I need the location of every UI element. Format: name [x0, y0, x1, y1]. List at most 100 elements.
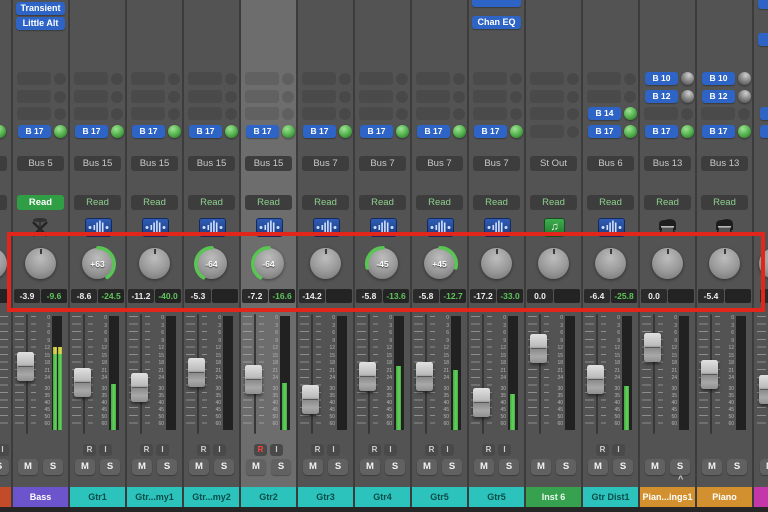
output-button[interactable]: Bus 7 — [359, 156, 406, 171]
empty-send-slot[interactable] — [359, 90, 393, 103]
mute-button[interactable]: M — [303, 459, 323, 475]
track-name[interactable]: Inst 6 — [526, 487, 581, 507]
send-button[interactable]: B 17 — [588, 125, 621, 138]
send-level-knob[interactable] — [168, 125, 181, 138]
pan-knob[interactable] — [652, 248, 683, 279]
peak-level-value[interactable]: -13.6 — [383, 289, 409, 303]
send-level-knob[interactable] — [738, 72, 751, 85]
send-level-knob[interactable] — [225, 125, 238, 138]
solo-button[interactable]: S — [214, 459, 234, 475]
send-button[interactable]: B 17 — [18, 125, 51, 138]
input-monitor-button[interactable]: I — [156, 444, 169, 456]
volume-fader[interactable] — [587, 365, 604, 394]
send-level-knob[interactable] — [624, 107, 637, 120]
volume-fader[interactable] — [416, 362, 433, 391]
mute-button[interactable]: M — [189, 459, 209, 475]
send-level-knob[interactable] — [396, 125, 409, 138]
track-name[interactable]: Piano — [697, 487, 752, 507]
volume-value[interactable]: -8.6 — [71, 289, 97, 303]
volume-value[interactable]: -5.8 — [413, 289, 439, 303]
input-monitor-button[interactable]: I — [0, 444, 9, 456]
empty-send-slot[interactable] — [530, 125, 564, 138]
plugin-slot-button[interactable]: Chan EQ — [472, 16, 521, 29]
empty-send-slot[interactable] — [701, 107, 735, 120]
track-name[interactable]: Gtr Dist1 — [583, 487, 638, 507]
solo-button[interactable]: S — [727, 459, 747, 475]
peak-level-value[interactable] — [668, 289, 694, 303]
send-level-knob[interactable] — [738, 90, 751, 103]
send-button[interactable]: B 12 — [702, 90, 735, 103]
track-name[interactable]: Gtr3 — [298, 487, 353, 507]
solo-button[interactable]: S — [556, 459, 576, 475]
output-button[interactable]: Bus 15 — [74, 156, 121, 171]
peak-level-value[interactable] — [212, 289, 238, 303]
send-button[interactable]: B 17 — [474, 125, 507, 138]
input-monitor-button[interactable]: I — [327, 444, 340, 456]
mute-button[interactable]: M — [18, 459, 38, 475]
input-monitor-button[interactable]: I — [270, 444, 283, 456]
empty-send-slot[interactable] — [473, 107, 507, 120]
track-name[interactable]: Gtr...my2 — [184, 487, 239, 507]
plugin-slot-partial[interactable] — [472, 0, 521, 7]
pan-knob[interactable] — [139, 248, 170, 279]
peak-level-value[interactable]: -25.8 — [611, 289, 637, 303]
automation-mode-button[interactable]: Read — [131, 195, 178, 210]
send-button[interactable]: B 17 — [303, 125, 336, 138]
mute-button[interactable]: M — [588, 459, 608, 475]
send-button[interactable]: B 17 — [360, 125, 393, 138]
empty-send-slot[interactable] — [644, 107, 678, 120]
automation-mode-button[interactable]: Read — [17, 195, 64, 210]
send-button[interactable]: B 17 — [246, 125, 279, 138]
pan-knob[interactable] — [759, 248, 768, 279]
track-name[interactable] — [0, 487, 11, 507]
volume-fader[interactable] — [644, 333, 661, 362]
record-enable-button[interactable]: R — [596, 444, 609, 456]
volume-fader[interactable] — [188, 358, 205, 387]
solo-button[interactable]: S — [157, 459, 177, 475]
input-monitor-button[interactable]: I — [612, 444, 625, 456]
pan-knob[interactable] — [25, 248, 56, 279]
send-button[interactable]: B 14 — [588, 107, 621, 120]
peak-level-value[interactable]: -40.0 — [155, 289, 181, 303]
mute-button[interactable]: M — [417, 459, 437, 475]
send-button[interactable]: B 17 — [702, 125, 735, 138]
send-button[interactable]: B 17 — [132, 125, 165, 138]
automation-mode-button[interactable]: Read — [473, 195, 520, 210]
peak-level-value[interactable]: -9.6 — [41, 289, 67, 303]
output-button[interactable]: Bus 15 — [188, 156, 235, 171]
empty-send-slot[interactable] — [530, 107, 564, 120]
volume-fader[interactable] — [530, 334, 547, 363]
volume-fader[interactable] — [302, 385, 319, 414]
volume-value[interactable]: -7.2 — [242, 289, 268, 303]
send-level-knob[interactable] — [738, 125, 751, 138]
automation-mode-button[interactable]: Read — [74, 195, 121, 210]
track-name[interactable]: Gtr...my1 — [127, 487, 182, 507]
plugin-slot-partial[interactable] — [758, 0, 768, 9]
input-monitor-button[interactable]: I — [213, 444, 226, 456]
empty-send-slot[interactable] — [473, 72, 507, 85]
empty-send-slot[interactable] — [17, 72, 51, 85]
track-name[interactable]: Bass — [13, 487, 68, 507]
input-monitor-button[interactable]: I — [498, 444, 511, 456]
mute-button[interactable]: M — [531, 459, 551, 475]
empty-send-slot[interactable] — [245, 72, 279, 85]
volume-value[interactable]: -17.2 — [470, 289, 496, 303]
automation-mode-button[interactable] — [0, 195, 7, 210]
output-button[interactable]: Bus 7 — [473, 156, 520, 171]
solo-button[interactable]: S — [100, 459, 120, 475]
record-enable-button[interactable]: R — [140, 444, 153, 456]
volume-value[interactable]: -14.2 — [299, 289, 325, 303]
mute-button[interactable]: M — [132, 459, 152, 475]
record-enable-button[interactable]: R — [197, 444, 210, 456]
volume-fader[interactable] — [759, 375, 768, 404]
peak-level-value[interactable]: -33.0 — [497, 289, 523, 303]
empty-send-slot[interactable] — [74, 107, 108, 120]
peak-level-value[interactable]: -12.7 — [440, 289, 466, 303]
automation-mode-button[interactable]: Read — [302, 195, 349, 210]
input-monitor-button[interactable]: I — [99, 444, 112, 456]
volume-fader[interactable] — [359, 362, 376, 391]
empty-send-slot[interactable] — [530, 72, 564, 85]
send-button[interactable]: B 17 — [189, 125, 222, 138]
empty-send-slot[interactable] — [530, 90, 564, 103]
solo-button[interactable]: S — [385, 459, 405, 475]
